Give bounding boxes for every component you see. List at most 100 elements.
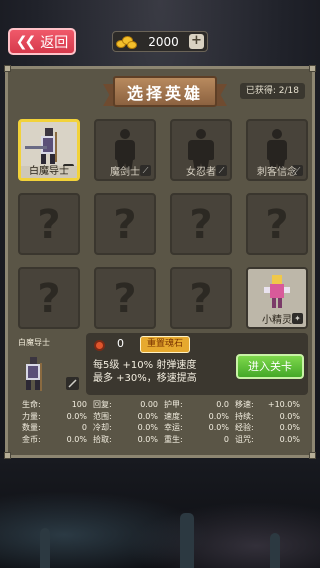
stat-value: 0.00 — [140, 400, 158, 409]
gold-pile-icon — [116, 34, 138, 50]
sprite-hero-sprite — [264, 275, 290, 308]
stat-regen: 回复: 0.00 — [93, 399, 164, 411]
question-mark-icon: ? — [37, 276, 61, 322]
locked-hero-silhouette — [267, 129, 287, 170]
selected-hero-name: 白魔导士 — [18, 338, 50, 347]
stat-value: 0.0% — [137, 423, 158, 432]
stat-armor: 护甲: 0.0 — [164, 399, 235, 411]
stat-label: 回复: — [93, 400, 112, 409]
stat-value: 100 — [71, 400, 87, 409]
stat-label: 幸运: — [164, 423, 183, 432]
stat-revival: 重生: 0 — [164, 434, 235, 446]
stat-growth: 经验: 0.0% — [235, 422, 306, 434]
stat-duration: 持续: 0.0% — [235, 411, 306, 423]
locked-hero-silhouette — [115, 129, 135, 170]
stat-row: 力量: 0.0% 范围: 0.0% 速度: 0.0% 持续: 0.0% — [22, 411, 306, 423]
stat-value: 0.0% — [208, 423, 229, 432]
hero-card-unknown[interactable]: ? — [18, 267, 80, 329]
hero-name: 白魔导士 — [21, 166, 77, 178]
stat-row: 数量: 0 冷却: 0.0% 幸运: 0.0% 经验: 0.0% — [22, 422, 306, 434]
desc-line: 每5级 +10% 射弹速度 — [93, 360, 197, 371]
hero-card-unknown[interactable]: ? — [246, 193, 308, 255]
soul-stone-icon — [94, 340, 105, 351]
stat-luck: 幸运: 0.0% — [164, 422, 235, 434]
reset-soul-stone-button[interactable]: 重置魂石 — [140, 336, 190, 353]
stat-cooldown: 冷却: 0.0% — [93, 422, 164, 434]
stat-label: 重生: — [164, 434, 183, 444]
hero-info-box: 0 重置魂石 每5级 +10% 射弹速度 最多 +30%，移速提高 进入关卡 — [86, 333, 308, 395]
stat-value: 0.0% — [279, 434, 300, 444]
white-mage-sprite — [25, 128, 57, 164]
hero-card-unknown[interactable]: ? — [94, 193, 156, 255]
stat-might: 力量: 0.0% — [22, 411, 93, 423]
stat-label: 护甲: — [164, 400, 183, 409]
stat-amount: 数量: 0 — [22, 422, 93, 434]
soul-stone-count: 0 — [117, 337, 124, 350]
owned-count: 已获得: 2/18 — [239, 83, 305, 99]
hero-card-white-mage[interactable]: ⟋ 白魔导士 — [18, 119, 80, 181]
hero-name: 女忍者 — [186, 167, 216, 178]
question-mark-icon: ? — [189, 276, 213, 322]
stat-label: 诅咒: — [235, 434, 254, 444]
back-label: 返回 — [40, 34, 69, 51]
double-chevron-left-icon: ❮❮ — [15, 33, 37, 50]
stat-label: 生命: — [22, 400, 41, 409]
stat-curse: 诅咒: 0.0% — [235, 434, 306, 446]
stat-value: 0.0% — [137, 411, 158, 421]
cave-background — [0, 458, 320, 568]
stat-label: 金币: — [22, 434, 41, 444]
stat-hp: 生命: 100 — [22, 399, 93, 411]
hero-name: 小精灵 — [262, 315, 292, 326]
back-button[interactable]: ❮❮ 返回 — [8, 28, 76, 55]
question-mark-icon: ? — [265, 202, 289, 248]
hero-card-assassin[interactable]: ⟋ 刺客信念 — [246, 119, 308, 181]
enter-stage-button[interactable]: 进入关卡 — [236, 354, 304, 379]
gold-amount: 2000 — [148, 34, 179, 49]
stat-value: 0.0 — [216, 400, 229, 409]
hero-select-panel: 选择英雄 已获得: 2/18 ⟋ 白魔导士 ⟋ — [4, 65, 316, 459]
hero-card-unknown[interactable]: ? — [170, 267, 232, 329]
question-mark-icon: ? — [113, 276, 137, 322]
stat-value: 0.0% — [66, 411, 87, 421]
stat-value: 0.0% — [279, 423, 300, 432]
hero-name: 刺客信念 — [257, 167, 297, 178]
stat-value: 0.0% — [137, 434, 158, 444]
panel-title: 选择英雄 — [113, 76, 217, 107]
stat-value: 0.0% — [279, 411, 300, 421]
stat-row: 金币: 0.0% 拾取: 0.0% 重生: 0 诅咒: 0.0% — [22, 434, 306, 446]
stat-label: 速度: — [164, 411, 183, 421]
question-mark-icon: ? — [189, 202, 213, 248]
hero-card-magic-swordsman[interactable]: ⟋ 魔剑士 — [94, 119, 156, 181]
question-mark-icon: ? — [113, 202, 137, 248]
stat-label: 冷却: — [93, 423, 112, 432]
selected-hero-portrait — [26, 357, 79, 391]
gold-counter: 2000 + — [112, 31, 208, 52]
stat-area: 范围: 0.0% — [93, 411, 164, 423]
stat-magnet: 拾取: 0.0% — [93, 434, 164, 446]
stat-value: 0.0% — [208, 411, 229, 421]
title-banner: 选择英雄 — [103, 76, 227, 111]
stat-row: 生命: 100 回复: 0.00 护甲: 0.0 移速: +10.0% — [22, 399, 306, 411]
game-screen: ❮❮ 返回 2000 + 选择英雄 已获得: 2/18 白魔导士 ⟋ 魔剑士 ⟋… — [0, 0, 320, 568]
hero-ability-description: 每5级 +10% 射弹速度 最多 +30%，移速提高 — [93, 359, 197, 385]
stat-value: 0 — [81, 423, 87, 432]
add-gold-button[interactable]: + — [189, 34, 204, 49]
desc-line: 最多 +30%，移速提高 — [93, 373, 197, 384]
locked-hero-silhouette — [188, 129, 214, 170]
hero-name: 魔剑士 — [110, 167, 140, 178]
hero-card-kunoichi[interactable]: ⟋ 女忍者 — [170, 119, 232, 181]
hero-stats: 生命: 100 回复: 0.00 护甲: 0.0 移速: +10.0% 力量: 0.0% … — [22, 399, 306, 445]
stat-label: 拾取: — [93, 434, 112, 444]
hero-card-unknown[interactable]: ? — [18, 193, 80, 255]
stat-label: 力量: — [22, 411, 41, 421]
hero-card-sprite[interactable]: ✦ 小精灵 — [246, 267, 308, 329]
stat-label: 数量: — [22, 423, 41, 432]
hero-card-unknown[interactable]: ? — [170, 193, 232, 255]
stat-move-speed: 移速: +10.0% — [235, 399, 306, 411]
stat-label: 移速: — [235, 400, 254, 409]
stat-speed: 速度: 0.0% — [164, 411, 235, 423]
stat-value: 0 — [223, 434, 229, 444]
hero-card-unknown[interactable]: ? — [94, 267, 156, 329]
stat-value: +10.0% — [267, 400, 300, 409]
stat-label: 范围: — [93, 411, 112, 421]
